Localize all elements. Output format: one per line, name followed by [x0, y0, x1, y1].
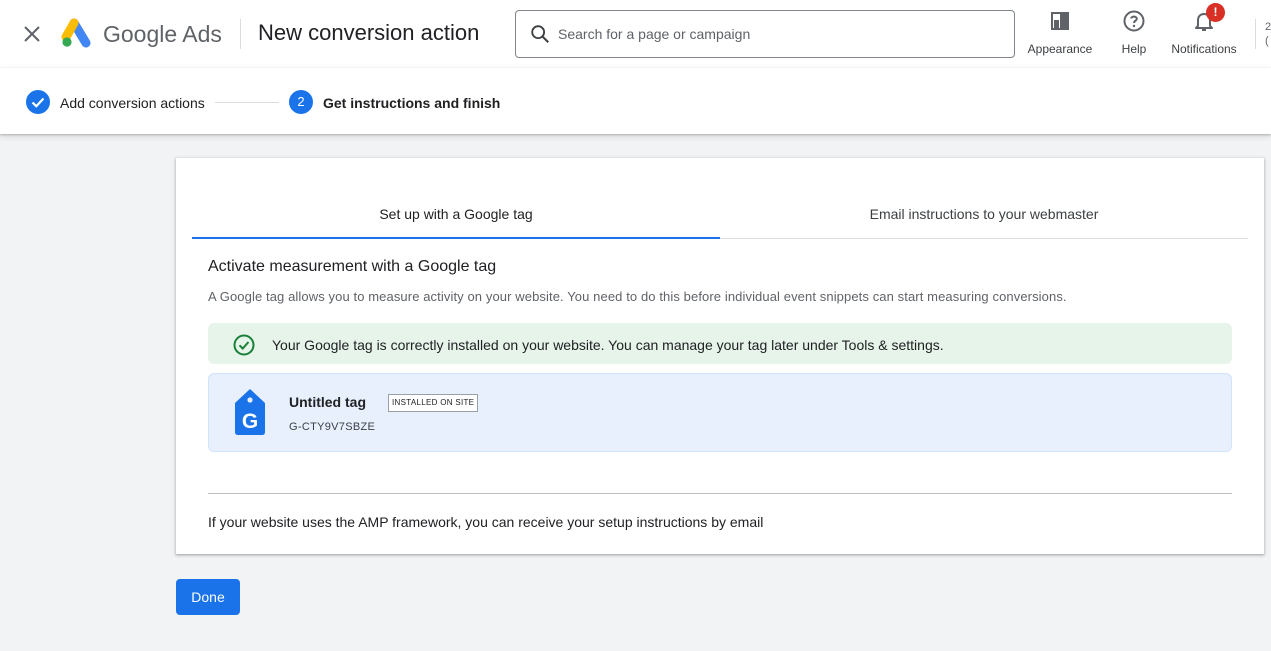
notifications-label: Notifications	[1171, 42, 1237, 56]
appearance-button[interactable]: Appearance	[1024, 6, 1096, 62]
tag-name: Untitled tag	[289, 394, 366, 410]
tab-google-tag[interactable]: Set up with a Google tag	[192, 192, 720, 239]
stepper-bar: Add conversion actions 2 Get instruction…	[0, 68, 1271, 134]
success-banner: Your Google tag is correctly installed o…	[208, 323, 1232, 364]
check-circle-icon	[232, 333, 256, 357]
section-divider	[208, 493, 1232, 494]
section-title: Activate measurement with a Google tag	[208, 258, 497, 275]
step-complete-check-icon	[26, 90, 50, 114]
search-input[interactable]	[558, 22, 998, 46]
tag-card[interactable]: G Untitled tag INSTALLED ON SITE G-CTY9V…	[208, 373, 1232, 452]
notifications-button[interactable]: ! Notifications	[1164, 3, 1244, 62]
tag-id: G-CTY9V7SBZE	[289, 421, 376, 433]
svg-text:G: G	[242, 410, 258, 433]
step-2-label: Get instructions and finish	[323, 95, 501, 111]
done-button[interactable]: Done	[176, 579, 240, 615]
search-icon	[529, 23, 551, 45]
page-title: New conversion action	[258, 20, 480, 45]
brand-name: Google Ads	[103, 20, 222, 48]
google-ads-logo-icon	[60, 18, 94, 48]
notification-badge: !	[1206, 3, 1225, 22]
step-connector	[215, 102, 279, 103]
help-icon	[1122, 9, 1146, 33]
close-icon[interactable]	[20, 22, 44, 46]
header-divider	[240, 19, 241, 49]
top-app-bar: Google Ads New conversion action Appeara…	[0, 0, 1271, 68]
setup-card: Set up with a Google tag Email instructi…	[176, 158, 1264, 554]
brand-google: Google	[103, 21, 178, 47]
help-label: Help	[1121, 42, 1147, 56]
success-message: Your Google tag is correctly installed o…	[272, 337, 944, 353]
step-2-number: 2	[289, 90, 313, 114]
step-1-label[interactable]: Add conversion actions	[60, 94, 205, 112]
appearance-label: Appearance	[1027, 42, 1093, 56]
account-fragment-bottom: (	[1265, 35, 1269, 47]
account-fragment[interactable]: 2 (	[1265, 20, 1271, 48]
account-fragment-top: 2	[1265, 21, 1271, 33]
tab-email-webmaster[interactable]: Email instructions to your webmaster	[720, 192, 1248, 238]
help-button[interactable]: Help	[1114, 6, 1154, 62]
google-tag-icon: G	[232, 388, 268, 436]
tag-status-badge: INSTALLED ON SITE	[388, 394, 479, 412]
setup-tabs: Set up with a Google tag Email instructi…	[192, 192, 1248, 239]
appearance-icon	[1048, 9, 1072, 33]
brand-ads: Ads	[182, 21, 222, 47]
section-description: A Google tag allows you to measure activ…	[208, 289, 1067, 304]
search-box[interactable]	[515, 10, 1015, 58]
amp-note: If your website uses the AMP framework, …	[208, 514, 764, 530]
header-divider-right	[1255, 19, 1256, 49]
